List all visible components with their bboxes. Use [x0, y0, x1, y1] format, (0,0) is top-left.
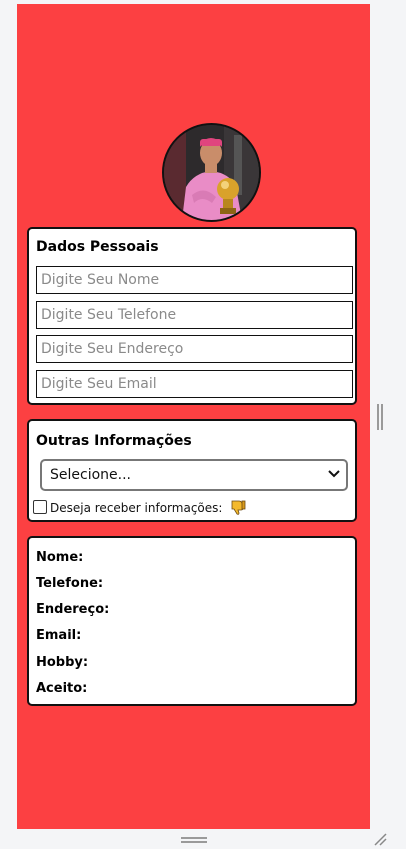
summary-name-row: Nome: [36, 550, 87, 565]
hobby-select[interactable]: Selecione... [40, 459, 348, 491]
receive-info-label-wrap: Deseja receber informações: [50, 500, 246, 515]
summary-hobby-label: Hobby: [36, 655, 89, 670]
app-container: Dados Pessoais Outras Informações Seleci… [17, 4, 370, 829]
resize-handle-horizontal[interactable] [181, 836, 207, 844]
receive-info-checkbox[interactable] [33, 500, 47, 514]
summary-hobby-row: Hobby: [36, 655, 92, 670]
hobby-select-value: Selecione... [50, 467, 131, 483]
other-info-title: Outras Informações [36, 433, 192, 449]
other-info-card: Outras Informações Selecione... Deseja r… [27, 419, 357, 522]
summary-address-row: Endereço: [36, 602, 113, 617]
viewport: Dados Pessoais Outras Informações Seleci… [0, 0, 406, 849]
resize-handle-vertical[interactable] [377, 404, 383, 430]
personal-data-title: Dados Pessoais [36, 239, 159, 255]
personal-data-card: Dados Pessoais [27, 227, 357, 405]
summary-phone-row: Telefone: [36, 576, 107, 591]
email-input[interactable] [36, 370, 353, 398]
chevron-down-icon [328, 470, 340, 478]
thumbs-down-icon [231, 500, 246, 515]
resize-corner-icon[interactable] [373, 832, 387, 846]
profile-avatar [162, 123, 261, 222]
summary-email-label: Email: [36, 628, 82, 643]
summary-accept-label: Aceito: [36, 681, 88, 696]
phone-input[interactable] [36, 301, 353, 329]
summary-email-row: Email: [36, 628, 85, 643]
address-input[interactable] [36, 335, 353, 363]
summary-address-label: Endereço: [36, 602, 110, 617]
summary-card: Nome: Telefone: Endereço: Email: Hobby: … [27, 536, 357, 706]
receive-info-label: Deseja receber informações: [50, 501, 223, 515]
summary-phone-label: Telefone: [36, 576, 104, 591]
name-input[interactable] [36, 266, 353, 294]
avatar-photo [164, 125, 259, 220]
summary-accept-row: Aceito: [36, 681, 91, 696]
summary-name-label: Nome: [36, 550, 84, 565]
